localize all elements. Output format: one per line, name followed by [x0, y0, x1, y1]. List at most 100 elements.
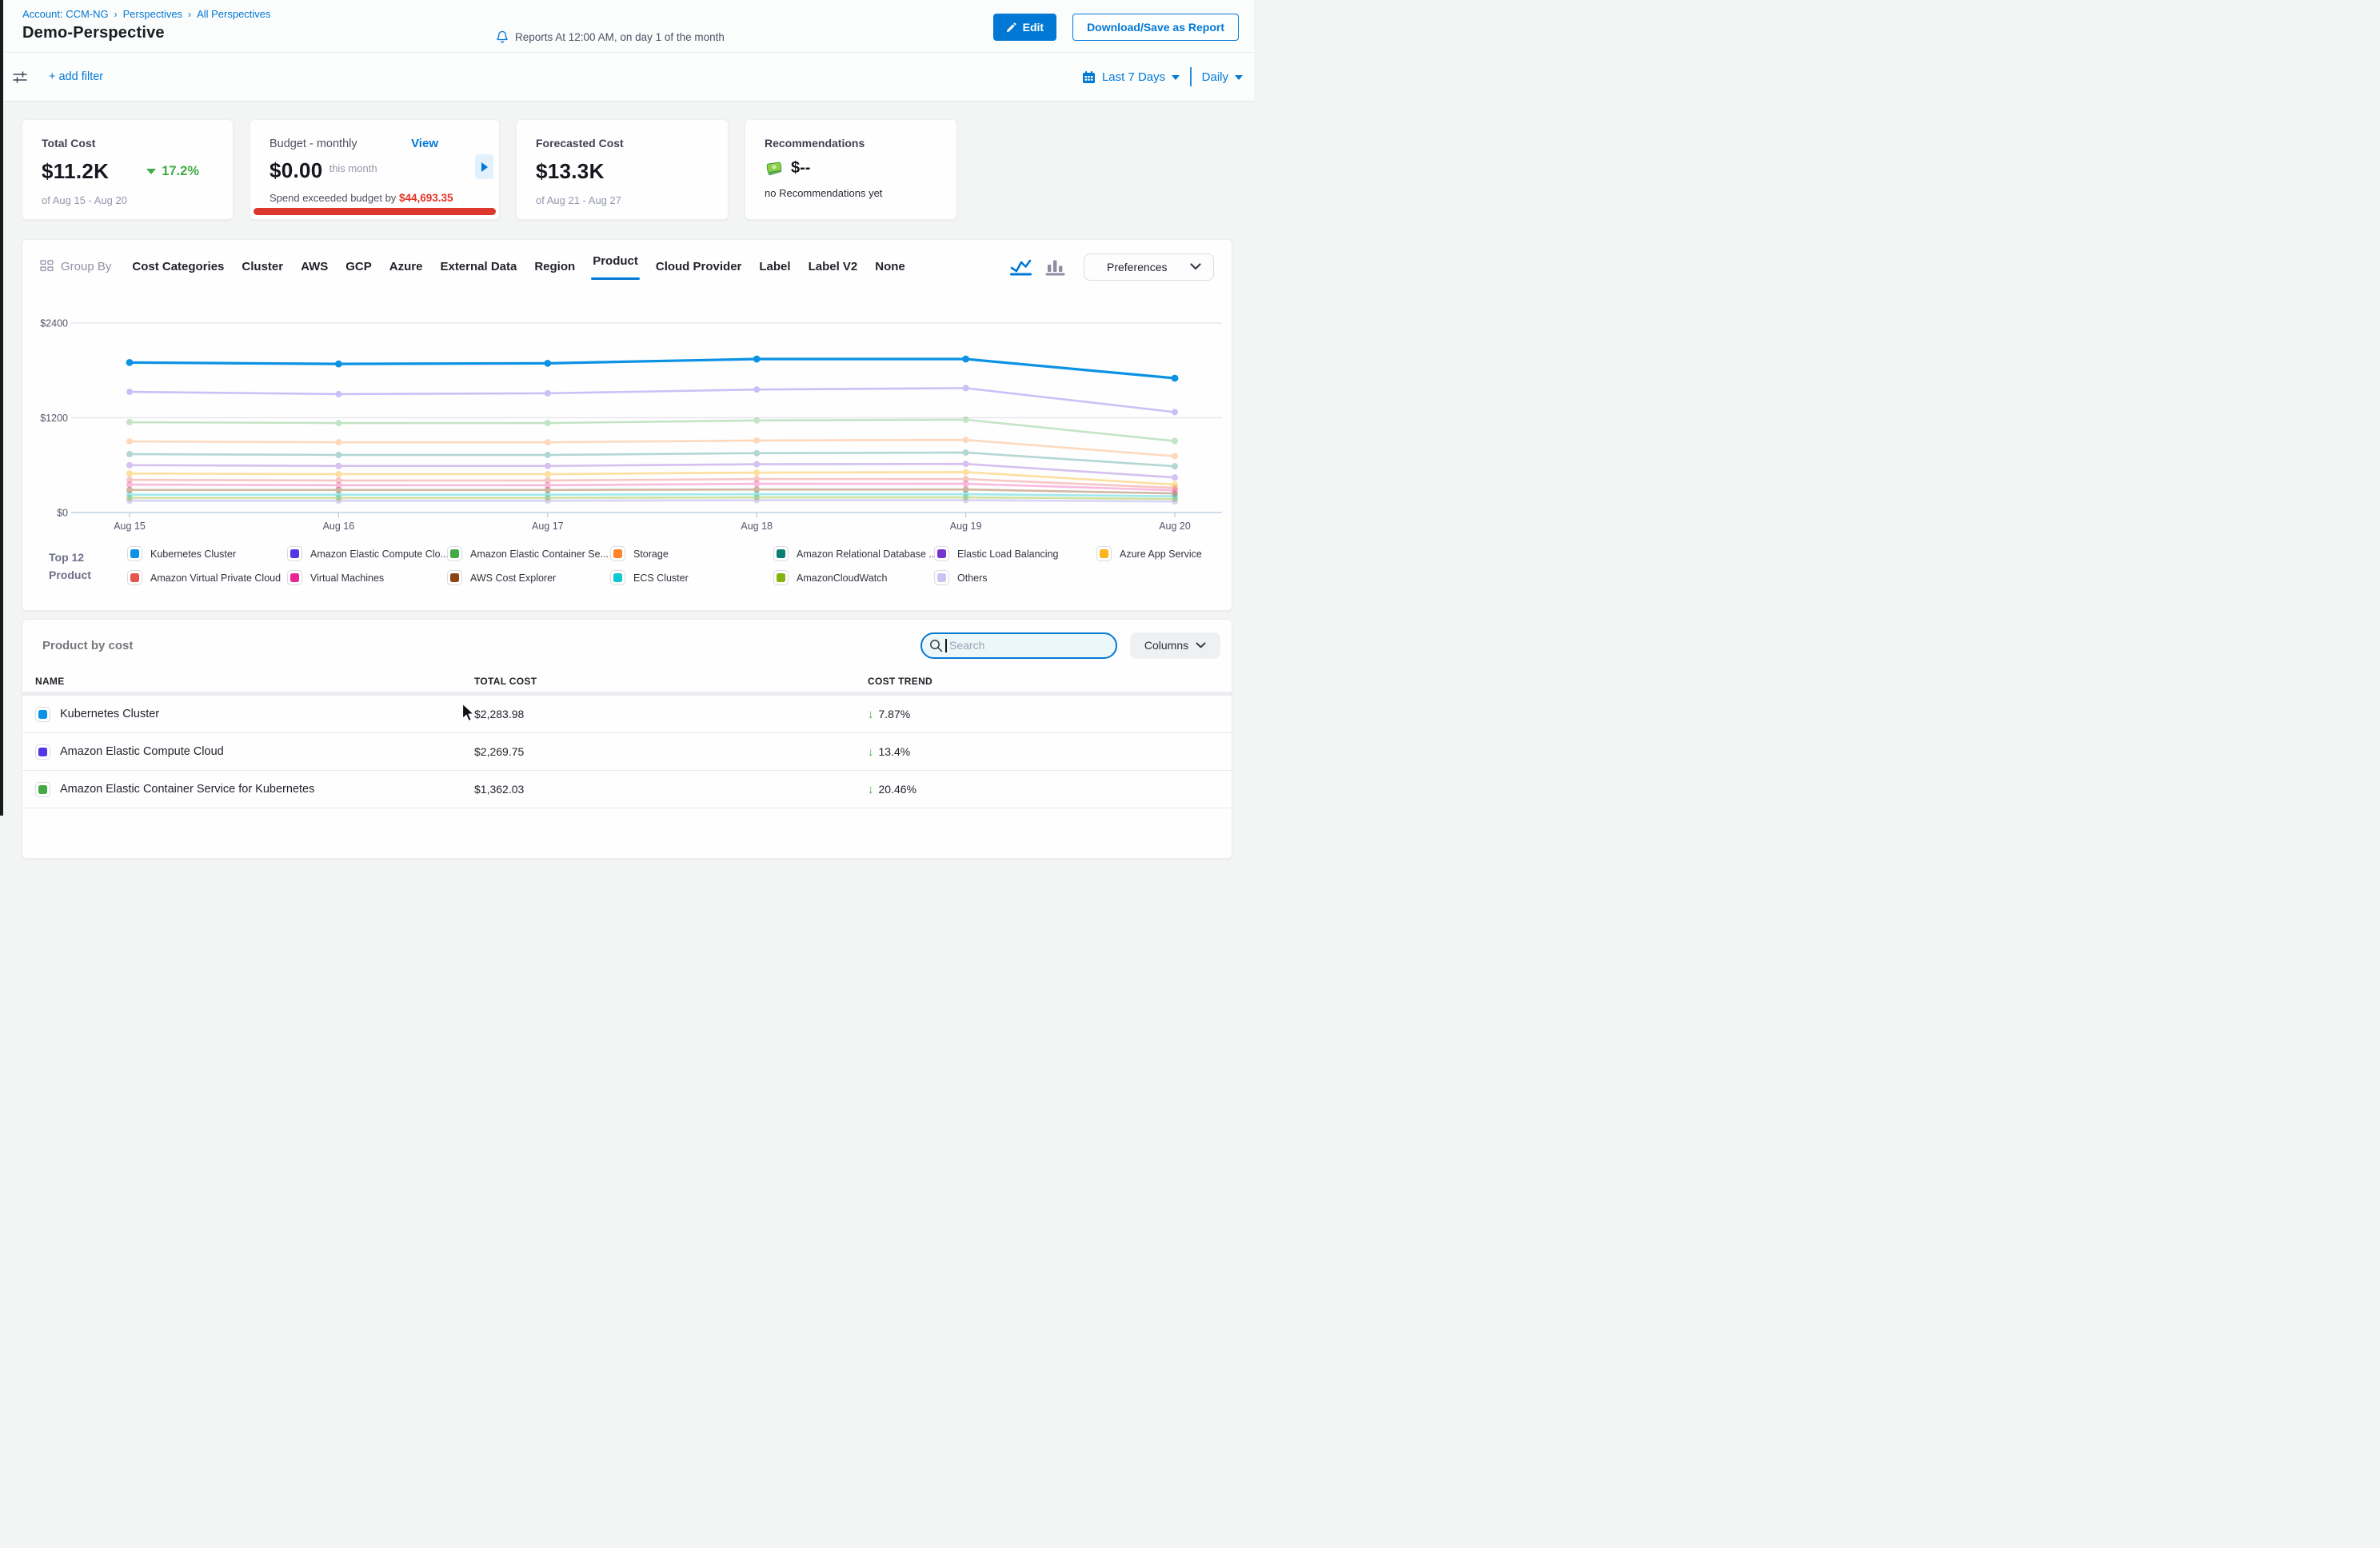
- legend-label: AmazonCloudWatch: [797, 573, 887, 584]
- legend-item[interactable]: Amazon Relational Database ...: [773, 546, 934, 561]
- legend-item[interactable]: ECS Cluster: [610, 570, 773, 585]
- col-header-cost-trend[interactable]: COST TREND: [868, 676, 1232, 687]
- download-save-report-button[interactable]: Download/Save as Report: [1072, 14, 1239, 41]
- legend-label: Azure App Service: [1120, 549, 1202, 560]
- group-by-tab-gcp[interactable]: GCP: [345, 260, 372, 273]
- legend-item[interactable]: Amazon Virtual Private Cloud: [127, 570, 287, 585]
- group-by-tab-label[interactable]: Label: [759, 260, 790, 273]
- legend-item[interactable]: Amazon Elastic Container Se...: [447, 546, 610, 561]
- carousel-next-button[interactable]: [475, 154, 493, 179]
- budget-period-label: this month: [329, 162, 377, 174]
- row-color-swatch: [35, 707, 50, 722]
- preferences-dropdown[interactable]: Preferences: [1084, 253, 1214, 281]
- breadcrumb-all-perspectives-link[interactable]: All Perspectives: [197, 8, 270, 20]
- table-row[interactable]: Amazon Elastic Container Service for Kub…: [22, 771, 1232, 808]
- row-color-swatch: [35, 782, 50, 797]
- breadcrumb-chevron-icon: ›: [188, 9, 191, 20]
- columns-label: Columns: [1144, 639, 1188, 652]
- legend-item[interactable]: Amazon Elastic Compute Clo...: [287, 546, 447, 561]
- col-header-name[interactable]: NAME: [35, 676, 474, 687]
- search-input[interactable]: [920, 632, 1117, 659]
- table-header-row: NAME TOTAL COST COST TREND: [22, 671, 1232, 692]
- table-body: Kubernetes Cluster$2,283.98↓7.87%Amazon …: [22, 696, 1232, 808]
- group-by-tab-region[interactable]: Region: [534, 260, 575, 273]
- row-trend-percent: 20.46%: [879, 783, 916, 796]
- x-axis-tick-label: Aug 19: [950, 521, 982, 532]
- group-by-tab-external-data[interactable]: External Data: [440, 260, 517, 273]
- x-axis-tick-label: Aug 18: [741, 521, 773, 532]
- legend-swatch: [127, 546, 142, 561]
- legend-label: Amazon Virtual Private Cloud: [150, 573, 281, 584]
- row-product-name: Kubernetes Cluster: [60, 708, 159, 720]
- legend-item[interactable]: Others: [934, 570, 1096, 585]
- col-header-total-cost[interactable]: TOTAL COST: [474, 676, 868, 687]
- breadcrumb-perspectives-link[interactable]: Perspectives: [123, 8, 182, 20]
- chevron-down-icon: [1235, 75, 1243, 80]
- legend-item[interactable]: Elastic Load Balancing: [934, 546, 1096, 561]
- legend-item[interactable]: Azure App Service: [1096, 546, 1208, 561]
- search-icon: [929, 639, 943, 656]
- row-total-cost: $1,362.03: [474, 783, 868, 796]
- budget-view-link[interactable]: View: [411, 137, 438, 150]
- add-filter-button[interactable]: + add filter: [49, 70, 103, 83]
- play-right-icon: [481, 162, 488, 172]
- row-product-name: Amazon Elastic Container Service for Kub…: [60, 783, 314, 796]
- filter-sliders-icon[interactable]: [13, 70, 28, 84]
- bar-chart-toggle-icon[interactable]: [1045, 257, 1065, 276]
- legend-item[interactable]: Virtual Machines: [287, 570, 447, 585]
- row-color-swatch: [35, 744, 50, 760]
- group-by-tab-azure[interactable]: Azure: [389, 260, 423, 273]
- legend-swatch: [287, 546, 302, 561]
- breadcrumb-account-link[interactable]: Account: CCM-NG: [22, 8, 109, 20]
- calendar-icon: [1082, 70, 1096, 84]
- group-by-tab-aws[interactable]: AWS: [301, 260, 328, 273]
- forecasted-cost-label: Forecasted Cost: [536, 137, 712, 150]
- budget-card: Budget - monthly View $0.00 this month S…: [250, 119, 500, 220]
- legend-label: Virtual Machines: [310, 573, 384, 584]
- row-cost-trend: ↓13.4%: [868, 745, 1232, 759]
- granularity-selector[interactable]: Daily: [1202, 70, 1243, 84]
- cost-trend-chart: $0$1200$2400Aug 15Aug 16Aug 17Aug 18Aug …: [22, 310, 1233, 544]
- table-row[interactable]: Amazon Elastic Compute Cloud$2,269.75↓13…: [22, 733, 1232, 771]
- forecasted-cost-value: $13.3K: [536, 159, 605, 184]
- legend-label: Amazon Relational Database ...: [797, 549, 937, 560]
- legend-item[interactable]: AmazonCloudWatch: [773, 570, 934, 585]
- time-range-selector[interactable]: Last 7 Days: [1082, 70, 1180, 84]
- legend-item[interactable]: Kubernetes Cluster: [127, 546, 287, 561]
- line-chart-toggle-icon[interactable]: [1010, 257, 1032, 276]
- text-cursor: [945, 639, 947, 652]
- arrow-down-icon: ↓: [868, 783, 874, 796]
- group-by-tab-cost-categories[interactable]: Cost Categories: [132, 260, 224, 273]
- columns-dropdown[interactable]: Columns: [1130, 632, 1220, 659]
- breadcrumb-chevron-icon: ›: [114, 9, 118, 20]
- series-amazon-elastic-compute-cloud: [126, 385, 1178, 415]
- table-section-title: Product by cost: [42, 639, 133, 652]
- y-axis-tick-label: $2400: [40, 318, 68, 329]
- legend-item[interactable]: AWS Cost Explorer: [447, 570, 610, 585]
- x-axis-tick-label: Aug 17: [532, 521, 564, 532]
- edit-button[interactable]: Edit: [993, 14, 1056, 41]
- row-trend-percent: 13.4%: [879, 745, 911, 758]
- row-total-cost: $2,283.98: [474, 708, 868, 720]
- report-schedule: Reports At 12:00 AM, on day 1 of the mon…: [496, 30, 725, 44]
- group-by-tab-cluster[interactable]: Cluster: [242, 260, 283, 273]
- group-by-tab-label-v2[interactable]: Label V2: [809, 260, 858, 273]
- group-by-tab-cloud-provider[interactable]: Cloud Provider: [656, 260, 742, 273]
- legend-label: Amazon Elastic Container Se...: [470, 549, 609, 560]
- granularity-value: Daily: [1202, 70, 1228, 84]
- pencil-icon: [1006, 22, 1016, 33]
- chart-panel: Group By Cost Categories Cluster AWS GCP Azu…: [22, 239, 1232, 611]
- row-cost-trend: ↓ 20.46%: [868, 783, 1232, 796]
- group-by-tab-none[interactable]: None: [875, 260, 905, 273]
- bell-icon: [496, 30, 509, 44]
- budget-exceeded-text: Spend exceeded budget by: [270, 192, 396, 204]
- product-table-panel: Product by cost Columns NAME TOTAL COST …: [22, 619, 1232, 859]
- legend-swatch: [1096, 546, 1112, 561]
- recommendations-sub: no Recommendations yet: [765, 187, 940, 199]
- group-by-label: Group By: [40, 260, 111, 273]
- table-row[interactable]: Kubernetes Cluster$2,283.98↓7.87%: [22, 696, 1232, 733]
- group-by-tab-product[interactable]: Product: [593, 254, 638, 268]
- x-axis-tick-label: Aug 20: [1159, 521, 1191, 532]
- legend-item[interactable]: Storage: [610, 546, 773, 561]
- budget-exceeded-amount: $44,693.35: [399, 192, 453, 204]
